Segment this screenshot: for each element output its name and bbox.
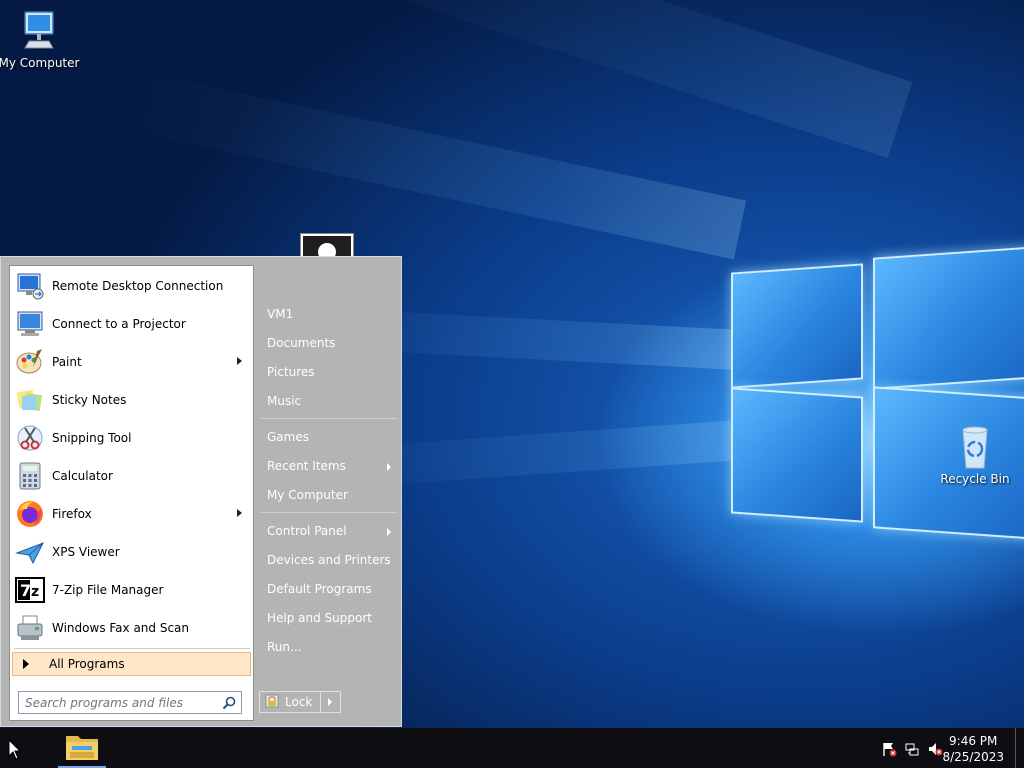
- start-menu-programs-pane: Remote Desktop Connection Connect to a P…: [9, 265, 254, 721]
- start-item-documents[interactable]: Documents: [267, 336, 335, 350]
- start-item-control-panel[interactable]: Control Panel: [267, 524, 347, 538]
- programs-divider: [14, 648, 250, 649]
- recycle-bin-icon: [955, 424, 995, 470]
- calculator-icon: [14, 460, 46, 492]
- windows-logo-pane: [731, 387, 863, 523]
- folder-icon: [66, 736, 98, 760]
- submenu-arrow-icon: [237, 357, 242, 365]
- program-connect-to-a-projector[interactable]: Connect to a Projector: [14, 306, 250, 342]
- taskbar-file-explorer[interactable]: [58, 728, 106, 768]
- shutdown-options-button[interactable]: [321, 691, 341, 713]
- expand-arrow-icon: [23, 659, 29, 669]
- program-7-zip-file-manager[interactable]: 7z 7-Zip File Manager: [14, 572, 250, 608]
- action-center-flag-icon[interactable]: [881, 741, 897, 760]
- program-label: Sticky Notes: [52, 393, 127, 407]
- show-desktop-button[interactable]: [1015, 728, 1024, 768]
- program-label: 7-Zip File Manager: [52, 583, 164, 597]
- submenu-arrow-icon: [387, 463, 391, 471]
- volume-muted-icon[interactable]: [927, 741, 943, 760]
- start-search-box[interactable]: [18, 691, 242, 714]
- desktop-icon-recycle-bin[interactable]: Recycle Bin: [930, 424, 1020, 486]
- lock-label: Lock: [285, 695, 313, 709]
- search-icon[interactable]: [222, 696, 236, 713]
- start-item-devices-and-printers[interactable]: Devices and Printers: [267, 553, 391, 567]
- program-firefox[interactable]: Firefox: [14, 496, 250, 532]
- desktop-icon-label: Recycle Bin: [940, 472, 1010, 486]
- xps-viewer-icon: [14, 536, 46, 568]
- program-snipping-tool[interactable]: Snipping Tool: [14, 420, 250, 456]
- system-tray: 9:46 PM 8/25/2023: [864, 728, 1024, 768]
- background-light-beam: [127, 71, 747, 260]
- windows-logo-pane: [873, 246, 1024, 390]
- desktop-icon-label: My Computer: [0, 56, 80, 70]
- program-remote-desktop-connection[interactable]: Remote Desktop Connection: [14, 268, 250, 304]
- chevron-right-icon: [328, 698, 332, 706]
- start-menu: Remote Desktop Connection Connect to a P…: [0, 256, 402, 727]
- svg-text:7: 7: [20, 581, 31, 600]
- remote-desktop-icon: [14, 270, 46, 302]
- seven-zip-icon: 7z: [14, 574, 46, 606]
- start-item-recent-items[interactable]: Recent Items: [267, 459, 346, 473]
- program-calculator[interactable]: Calculator: [14, 458, 250, 494]
- places-divider: [261, 418, 397, 419]
- lock-icon: [265, 694, 279, 711]
- svg-text:z: z: [31, 584, 39, 600]
- start-item-my-computer[interactable]: My Computer: [267, 488, 348, 502]
- start-item-help-and-support[interactable]: Help and Support: [267, 611, 372, 625]
- snipping-tool-icon: [14, 422, 46, 454]
- program-label: Calculator: [52, 469, 113, 483]
- taskbar: 9:46 PM 8/25/2023: [0, 728, 1024, 768]
- program-paint[interactable]: Paint: [14, 344, 250, 380]
- fax-icon: [14, 612, 46, 644]
- taskbar-clock[interactable]: 9:46 PM 8/25/2023: [942, 733, 1004, 765]
- lock-button[interactable]: Lock: [259, 691, 321, 713]
- program-label: Firefox: [52, 507, 92, 521]
- start-item-pictures[interactable]: Pictures: [267, 365, 315, 379]
- program-label: Connect to a Projector: [52, 317, 186, 331]
- program-sticky-notes[interactable]: Sticky Notes: [14, 382, 250, 418]
- start-item-music[interactable]: Music: [267, 394, 301, 408]
- program-label: Remote Desktop Connection: [52, 279, 224, 293]
- program-xps-viewer[interactable]: XPS Viewer: [14, 534, 250, 570]
- start-item-vm1[interactable]: VM1: [267, 307, 293, 321]
- desktop-icon-my-computer[interactable]: My Computer: [0, 10, 84, 70]
- start-item-run[interactable]: Run...: [267, 640, 301, 654]
- program-label: Windows Fax and Scan: [52, 621, 190, 635]
- start-button[interactable]: [0, 728, 40, 768]
- paint-icon: [14, 346, 46, 378]
- clock-time: 9:46 PM: [949, 734, 998, 748]
- clock-date: 8/25/2023: [942, 750, 1004, 764]
- projector-icon: [14, 308, 46, 340]
- program-label: Snipping Tool: [52, 431, 132, 445]
- all-programs-button[interactable]: All Programs: [12, 652, 251, 676]
- start-item-default-programs[interactable]: Default Programs: [267, 582, 372, 596]
- network-icon[interactable]: [904, 741, 920, 760]
- pointer-icon: [8, 738, 22, 760]
- places-divider: [261, 512, 397, 513]
- sticky-notes-icon: [14, 384, 46, 416]
- start-item-games[interactable]: Games: [267, 430, 309, 444]
- submenu-arrow-icon: [237, 509, 242, 517]
- monitor-icon: [19, 10, 59, 54]
- program-windows-fax-and-scan[interactable]: Windows Fax and Scan: [14, 610, 250, 646]
- submenu-arrow-icon: [387, 528, 391, 536]
- search-input[interactable]: [23, 694, 217, 711]
- windows-logo-pane: [731, 263, 863, 389]
- program-label: Paint: [52, 355, 82, 369]
- program-label: XPS Viewer: [52, 545, 120, 559]
- firefox-icon: [14, 498, 46, 530]
- all-programs-label: All Programs: [49, 657, 125, 671]
